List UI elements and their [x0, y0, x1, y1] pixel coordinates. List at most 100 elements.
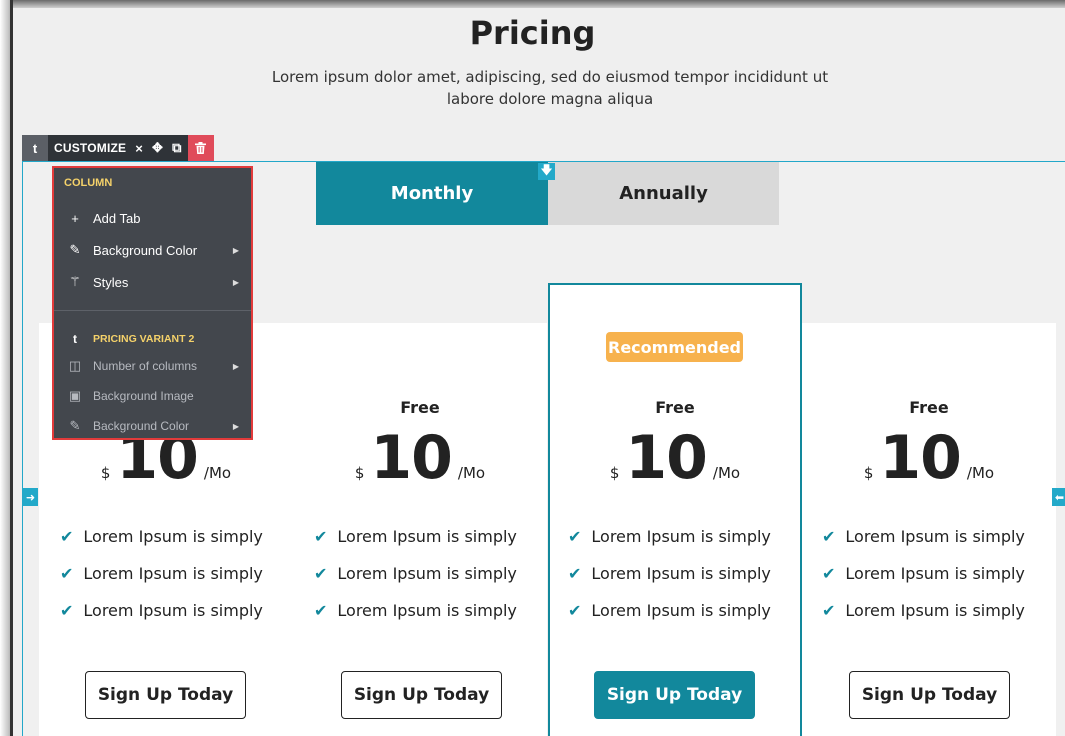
check-icon: ✔ [822, 527, 836, 546]
duplicate-icon[interactable]: ⧉ [172, 140, 181, 156]
menu-divider [54, 310, 251, 311]
price-amount: 10 [879, 423, 961, 493]
feature-item: ✔ Lorem Ipsum is simply [314, 527, 517, 546]
submenu-arrow-icon: ▶ [232, 245, 239, 255]
menu-section-label: PRICING VARIANT 2 [93, 333, 195, 345]
plan-name: Free [400, 398, 440, 417]
signup-button[interactable]: Sign Up Today [85, 671, 246, 719]
subtitle-line-2: labore dolore magna aliqua [446, 90, 654, 108]
feature-item: ✔ Lorem Ipsum is simply [314, 601, 517, 620]
window-border-left [10, 0, 13, 736]
subtitle-line-1: Lorem ipsum dolor amet, adipiscing, sed … [271, 68, 829, 86]
menu-section-column: COLUMN [64, 177, 113, 189]
feature-item: ✔ Lorem Ipsum is simply [60, 601, 263, 620]
check-icon: ✔ [568, 564, 582, 583]
plan-name: Free [909, 398, 949, 417]
price-period: /Mo [966, 464, 995, 482]
plan-name: Free [655, 398, 695, 417]
section-outline-left [22, 161, 23, 736]
menu-item-label: Styles [93, 274, 129, 290]
feature-text: Lorem Ipsum is simply [591, 527, 771, 546]
feature-text: Lorem Ipsum is simply [845, 601, 1025, 620]
menu-item-background-image[interactable]: ▣ Background Image [54, 381, 251, 411]
menu-item-label: Background Color [93, 419, 190, 433]
customize-button[interactable]: CUSTOMIZE [54, 141, 126, 155]
eyedropper-icon: ✎ [69, 242, 81, 257]
snippet-logo-icon: t [73, 332, 77, 346]
close-icon[interactable]: × [135, 141, 143, 156]
price-period: /Mo [457, 464, 486, 482]
menu-item-background-color[interactable]: ✎ Background Color ▶ [54, 235, 251, 265]
customize-bar: CUSTOMIZE × ✥ ⧉ [48, 135, 188, 161]
feature-text: Lorem Ipsum is simply [83, 527, 263, 546]
columns-icon: ◫ [68, 358, 82, 373]
feature-text: Lorem Ipsum is simply [83, 564, 263, 583]
feature-text: Lorem Ipsum is simply [337, 601, 517, 620]
feature-item: ✔ Lorem Ipsum is simply [60, 564, 263, 583]
arrow-down-icon[interactable]: 🡇 [538, 163, 555, 180]
check-icon: ✔ [314, 527, 328, 546]
menu-item-styles[interactable]: ⚚ Styles ▶ [54, 267, 251, 297]
feature-item: ✔ Lorem Ipsum is simply [314, 564, 517, 583]
price-currency: $ [354, 464, 365, 482]
feature-item: ✔ Lorem Ipsum is simply [822, 527, 1025, 546]
price-currency: $ [609, 464, 620, 482]
menu-item-snippet-background-color[interactable]: ✎ Background Color ▶ [54, 411, 251, 441]
feature-text: Lorem Ipsum is simply [845, 527, 1025, 546]
feature-text: Lorem Ipsum is simply [83, 601, 263, 620]
submenu-arrow-icon: ▶ [232, 421, 239, 431]
price-amount: 10 [625, 423, 707, 493]
feature-text: Lorem Ipsum is simply [591, 564, 771, 583]
move-left-icon[interactable]: ⬅ [1052, 488, 1065, 506]
price-amount: 10 [370, 423, 452, 493]
move-right-icon[interactable]: ➜ [23, 488, 38, 506]
menu-item-number-of-columns[interactable]: ◫ Number of columns ▶ [54, 351, 251, 381]
image-icon: ▣ [68, 388, 82, 403]
menu-item-label: Number of columns [93, 359, 198, 373]
check-icon: ✔ [822, 564, 836, 583]
signup-button[interactable]: Sign Up Today [849, 671, 1010, 719]
window-shadow-top [10, 0, 1065, 8]
tab-annually[interactable]: Annually [548, 162, 779, 225]
price-currency: $ [863, 464, 874, 482]
feature-item: ✔ Lorem Ipsum is simply [568, 564, 771, 583]
menu-section-pricing-variant: t PRICING VARIANT 2 [66, 332, 194, 346]
page-subtitle: Lorem ipsum dolor amet, adipiscing, sed … [230, 66, 870, 110]
page-title: Pricing [469, 14, 596, 52]
signup-button[interactable]: Sign Up Today [341, 671, 502, 719]
plan-price: $ 10 /Mo [802, 428, 1056, 488]
feature-item: ✔ Lorem Ipsum is simply [60, 527, 263, 546]
feature-item: ✔ Lorem Ipsum is simply [822, 564, 1025, 583]
eyedropper-icon: ✎ [69, 418, 81, 433]
check-icon: ✔ [822, 601, 836, 620]
check-icon: ✔ [60, 564, 74, 583]
customize-menu: COLUMN + Add Tab ✎ Background Color ▶ ⚚ … [52, 166, 253, 440]
price-period: /Mo [712, 464, 741, 482]
check-icon: ✔ [568, 601, 582, 620]
feature-item: ✔ Lorem Ipsum is simply [568, 527, 771, 546]
feature-item: ✔ Lorem Ipsum is simply [568, 601, 771, 620]
signup-button-primary[interactable]: Sign Up Today [594, 671, 755, 719]
menu-item-add-tab[interactable]: + Add Tab [54, 203, 251, 233]
plan-price: $ 10 /Mo [293, 428, 547, 488]
check-icon: ✔ [60, 601, 74, 620]
menu-item-label: Add Tab [93, 210, 141, 226]
move-icon[interactable]: ✥ [152, 140, 163, 156]
customize-toolbar: t CUSTOMIZE × ✥ ⧉ [22, 135, 214, 161]
delete-icon[interactable] [187, 135, 214, 161]
price-period: /Mo [203, 464, 232, 482]
plus-icon: + [71, 210, 79, 226]
snippet-logo-icon: t [22, 135, 48, 161]
trash-icon [195, 142, 207, 154]
menu-item-label: Background Color [93, 242, 198, 258]
check-icon: ✔ [314, 601, 328, 620]
feature-text: Lorem Ipsum is simply [845, 564, 1025, 583]
check-icon: ✔ [60, 527, 74, 546]
feature-item: ✔ Lorem Ipsum is simply [822, 601, 1025, 620]
check-icon: ✔ [568, 527, 582, 546]
tab-monthly[interactable]: Monthly [316, 162, 548, 225]
submenu-arrow-icon: ▶ [232, 277, 239, 287]
menu-item-label: Background Image [93, 389, 194, 403]
check-icon: ✔ [314, 564, 328, 583]
feature-text: Lorem Ipsum is simply [337, 564, 517, 583]
